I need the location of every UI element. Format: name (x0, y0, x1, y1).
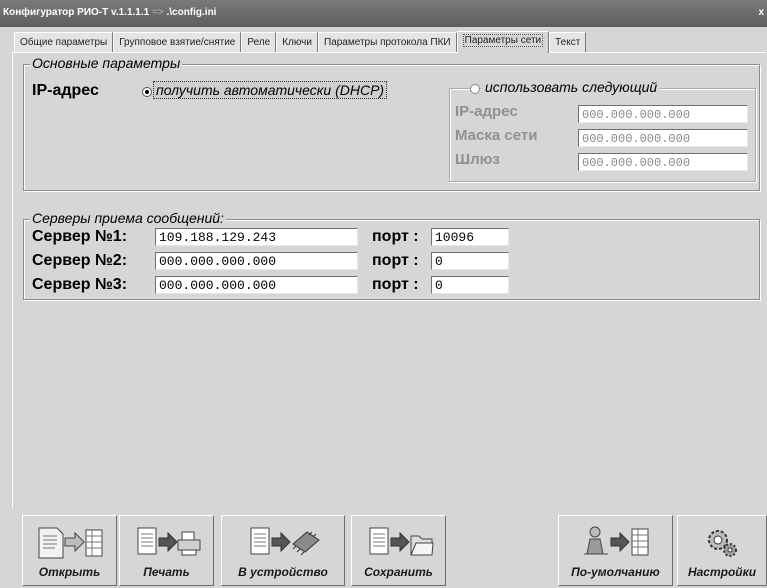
manual-ip-radio[interactable] (470, 84, 480, 94)
title-arrow: => (152, 7, 164, 18)
manual-ip-label: IP-адрес (455, 103, 518, 120)
tab-label: Общие параметры (20, 37, 108, 48)
server-2-port-field[interactable]: 0 (431, 252, 509, 270)
app-title: Конфигуратор РИО-Т v.1.1.1.1 (3, 7, 150, 18)
ip-address-label: IP-адрес (32, 82, 99, 99)
save-button-label: Сохранить (364, 565, 433, 579)
settings-button-label: Настройки (687, 565, 757, 579)
gears-icon (708, 530, 737, 557)
tab-network[interactable]: Параметры сети (456, 31, 550, 53)
server-3-port-field[interactable]: 0 (431, 276, 509, 294)
tab-keys[interactable]: Ключи (276, 32, 318, 52)
defaults-button[interactable]: По-умолчанию (558, 515, 673, 586)
subnet-mask-label: Маска сети (455, 127, 538, 144)
tab-general[interactable]: Общие параметры (14, 32, 114, 52)
dhcp-radio-label[interactable]: получить автоматически (DHCP) (153, 81, 388, 99)
subnet-mask-field[interactable]: 000.000.000.000 (578, 129, 748, 147)
gateway-label: Шлюз (455, 151, 500, 168)
config-path: .\config.ini (166, 7, 217, 18)
open-button-label: Открыть (38, 565, 101, 579)
bottom-toolbar: Открыть Печать В устройство Сохранить По… (12, 515, 767, 588)
tab-strip: Общие параметры Групповое взятие/снятие … (14, 31, 587, 53)
basic-params-legend: Основные параметры (30, 55, 183, 71)
server-3-port-label: порт : (372, 276, 419, 293)
server-1-port-label: порт : (372, 228, 419, 245)
close-icon[interactable]: x (758, 7, 764, 18)
server-2-label: Сервер №2: (32, 252, 128, 269)
tab-text[interactable]: Текст (549, 32, 587, 52)
tab-label: Текст (555, 37, 581, 48)
server-1-address-field[interactable]: 109.188.129.243 (155, 228, 358, 246)
tab-label: Ключи (282, 37, 312, 48)
server-1-port-field[interactable]: 10096 (431, 228, 509, 246)
to-device-button-label: В устройство (238, 565, 328, 579)
save-button[interactable]: Сохранить (351, 515, 446, 586)
window-title: Конфигуратор РИО-Т v.1.1.1.1 => .\config… (3, 7, 216, 18)
settings-button[interactable]: Настройки (677, 515, 767, 586)
tab-label: Реле (247, 37, 271, 48)
print-button[interactable]: Печать (119, 515, 214, 586)
server-2-port-label: порт : (372, 252, 419, 269)
defaults-button-label: По-умолчанию (571, 565, 660, 579)
document-to-printer-icon (137, 527, 200, 556)
document-to-chip-icon (250, 527, 320, 556)
to-device-button[interactable]: В устройство (221, 515, 345, 586)
dhcp-radio[interactable] (142, 87, 152, 97)
document-to-folder-icon (369, 527, 434, 556)
tab-group-arm[interactable]: Групповое взятие/снятие (113, 32, 242, 52)
open-button[interactable]: Открыть (22, 515, 117, 586)
title-bar: Конфигуратор РИО-Т v.1.1.1.1 => .\config… (0, 0, 767, 27)
server-3-label: Сервер №3: (32, 276, 128, 293)
server-1-label: Сервер №1: (32, 228, 128, 245)
tab-label: Групповое взятие/снятие (119, 37, 236, 48)
print-button-label: Печать (143, 565, 190, 579)
tab-protocol[interactable]: Параметры протокола ПКИ (317, 32, 457, 52)
manual-ip-radio-label[interactable]: использовать следующий (482, 79, 661, 95)
gateway-field[interactable]: 000.000.000.000 (578, 153, 748, 171)
manual-ip-field[interactable]: 000.000.000.000 (578, 105, 748, 123)
document-to-sheet-icon (38, 527, 102, 559)
tab-label: Параметры сети (462, 34, 544, 47)
server-3-address-field[interactable]: 000.000.000.000 (155, 276, 358, 294)
person-to-sheet-icon (583, 526, 648, 556)
tab-label: Параметры протокола ПКИ (323, 37, 451, 48)
server-2-address-field[interactable]: 000.000.000.000 (155, 252, 358, 270)
servers-legend: Серверы приема сообщений: (30, 210, 226, 226)
tab-relay[interactable]: Реле (241, 32, 277, 52)
